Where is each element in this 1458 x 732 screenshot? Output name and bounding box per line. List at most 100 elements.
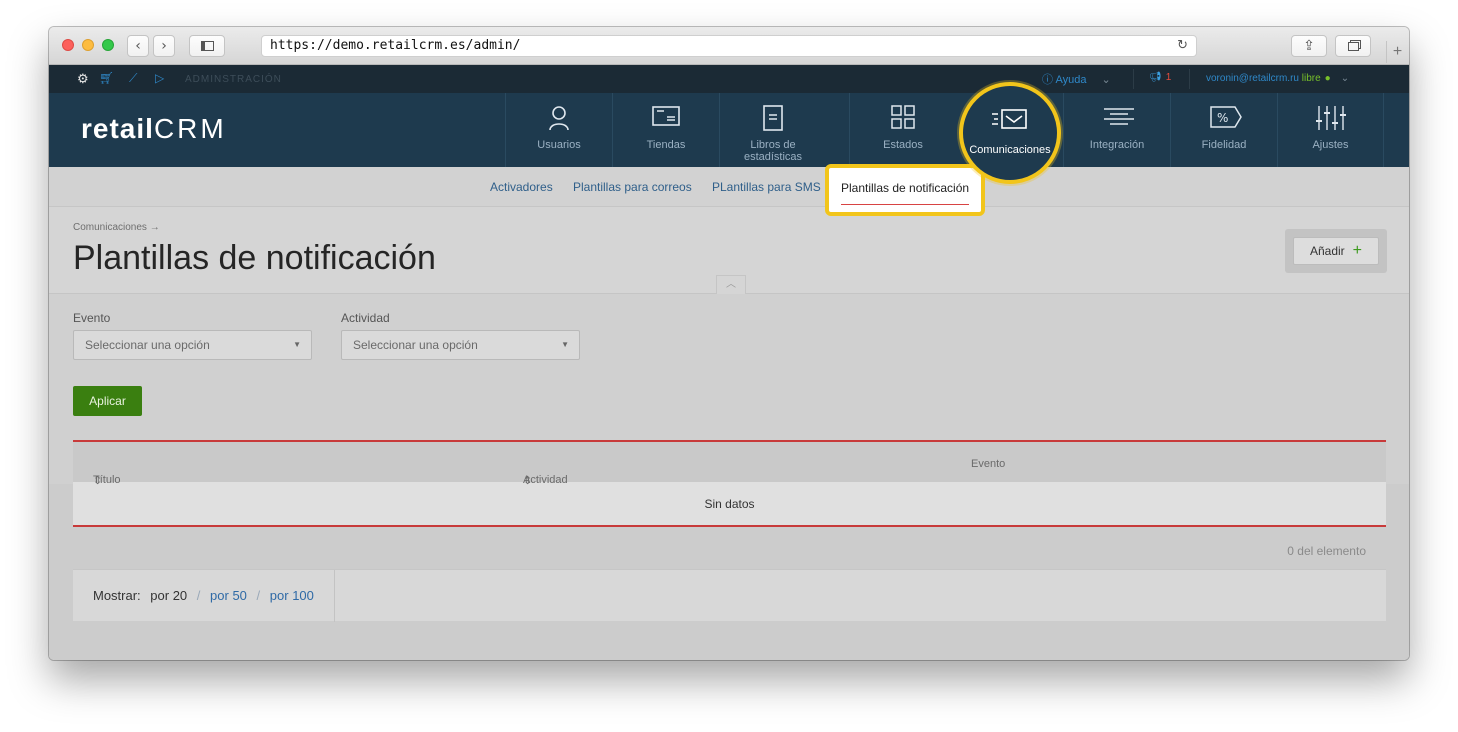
notifications-button[interactable]: 📢︎ 1 (1149, 72, 1171, 83)
nav-label: Fidelidad (1201, 139, 1247, 151)
minimize-window-button[interactable] (82, 39, 94, 51)
active-underline (841, 204, 969, 205)
page-size-100[interactable]: por 100 (270, 588, 314, 603)
user-status: libre (1301, 73, 1321, 84)
collapse-filters-button[interactable]: ︿ (716, 275, 746, 295)
notification-count: 1 (1165, 72, 1172, 83)
main-nav: retailCRM Usuarios Tiendas Libros de est… (49, 93, 1409, 167)
caret-down-icon: ▼ (561, 340, 569, 349)
megaphone-icon: 📢︎ (1149, 72, 1162, 83)
chevron-down-icon: ⌄ (1101, 74, 1111, 86)
store-icon (651, 105, 681, 133)
nav-label: Comunicaciones (969, 144, 1051, 156)
add-button-highlight: Añadir + (1285, 229, 1387, 273)
analytics-icon[interactable]: ⟋ (129, 71, 137, 86)
cart-icon[interactable]: 🛒︎ (99, 71, 114, 85)
user-email: voronin@retailcrm.ru (1206, 73, 1299, 84)
empty-message: Sin datos (704, 497, 755, 511)
help-link[interactable]: ⓘ Ayuda ⌄ (1042, 71, 1111, 87)
page-size-20[interactable]: por 20 (150, 588, 187, 603)
back-button[interactable]: ‹ (127, 35, 149, 57)
nav-item-fidelidad[interactable]: % Fidelidad (1170, 93, 1277, 167)
sub-nav: Activadores Plantillas para correos PLan… (49, 167, 1409, 207)
activity-select[interactable]: Seleccionar una opción ▼ (341, 330, 580, 360)
status-dot-icon: ● (1324, 73, 1331, 84)
page-title: Plantillas de notificación (73, 239, 436, 277)
nav-item-ajustes[interactable]: Ajustes (1277, 93, 1384, 167)
add-button-label: Añadir (1309, 244, 1345, 258)
sliders-icon (1315, 105, 1346, 133)
page-size-50[interactable]: por 50 (210, 588, 247, 603)
nav-label: Libros de estadísticas (743, 139, 803, 163)
share-button[interactable]: ⇪ (1291, 35, 1327, 57)
gear-icon[interactable]: ⚙ (77, 71, 89, 87)
nav-item-integracion[interactable]: Integración (1063, 93, 1170, 167)
admin-bar: ⚙ 🛒︎ ⟋ ▷ ADMINSTRACIÓN ⓘ Ayuda ⌄ 📢︎ 1 vor… (49, 65, 1409, 93)
share-icon: ⇪ (1303, 38, 1315, 54)
event-select[interactable]: Seleccionar una opción ▼ (73, 330, 312, 360)
page-header: Comunicaciones → Plantillas de notificac… (49, 207, 1409, 295)
nav-label: Ajustes (1312, 139, 1349, 151)
reload-icon[interactable]: ↻ (1177, 36, 1188, 56)
page-size-label: Mostrar: (93, 588, 141, 603)
page-size-selector: Mostrar: por 20 / por 50 / por 100 (73, 569, 1386, 622)
nav-item-comunicaciones[interactable]: Comunicaciones (959, 82, 1061, 184)
separator: / (196, 588, 201, 603)
result-count-row: 0 del elemento (73, 529, 1386, 569)
result-count: 0 del elemento (1287, 544, 1366, 558)
subnav-plantillas-notificacion[interactable]: Plantillas de notificación (841, 181, 969, 195)
event-filter-label: Evento (73, 311, 111, 325)
nav-label: Estados (883, 139, 923, 151)
nav-item-libros-estadisticas[interactable]: Libros de estadísticas (719, 93, 826, 167)
help-label: Ayuda (1055, 74, 1087, 86)
sidebar-toggle-button[interactable] (189, 35, 225, 57)
play-icon[interactable]: ▷ (155, 71, 164, 85)
activity-filter-label: Actividad (341, 311, 390, 325)
apply-button[interactable]: Aplicar (73, 386, 142, 416)
divider (1133, 69, 1134, 89)
nav-item-tiendas[interactable]: Tiendas (612, 93, 719, 167)
percent-tag-icon: % (1209, 105, 1242, 133)
forward-button[interactable]: › (153, 35, 175, 57)
subnav-plantillas-correos[interactable]: Plantillas para correos (573, 180, 692, 194)
column-label: Título (93, 474, 121, 486)
grid-icon (888, 105, 918, 133)
svg-text:%: % (1217, 111, 1228, 125)
retailcrm-logo[interactable]: retailCRM (81, 113, 227, 145)
browser-window: ‹ › https://demo.retailcrm.es/admin/ ↻ ⇪… (49, 27, 1409, 660)
add-button[interactable]: Añadir + (1293, 237, 1379, 265)
divider (1189, 69, 1190, 89)
new-tab-button[interactable]: + (1386, 41, 1408, 63)
templates-table: ⇕ Título ⇕ Actividad Evento Sin datos (73, 440, 1386, 527)
table-header: ⇕ Título ⇕ Actividad Evento (73, 440, 1386, 487)
breadcrumb[interactable]: Comunicaciones → (73, 222, 160, 233)
nav-item-estados[interactable]: Estados (849, 93, 956, 167)
chevron-up-icon: ︿ (726, 279, 736, 290)
url-bar[interactable]: https://demo.retailcrm.es/admin/ ↻ (261, 35, 1197, 57)
chevron-down-icon: ⌄ (1340, 73, 1350, 84)
zoom-window-button[interactable] (102, 39, 114, 51)
nav-label: Tiendas (646, 139, 686, 151)
plus-icon: + (1352, 242, 1363, 259)
url-text: https://demo.retailcrm.es/admin/ (270, 38, 521, 53)
integration-icon (1102, 105, 1134, 133)
chevron-right-icon: › (161, 38, 167, 54)
divider (334, 570, 335, 622)
subnav-plantillas-sms[interactable]: PLantillas para SMS (712, 180, 821, 194)
close-window-button[interactable] (62, 39, 74, 51)
event-select-value: Seleccionar una opción (85, 338, 210, 352)
caret-down-icon: ▼ (293, 340, 301, 349)
user-menu[interactable]: voronin@retailcrm.ru libre ● ⌄ (1206, 73, 1349, 84)
chevron-left-icon: ‹ (135, 38, 141, 54)
question-icon: ⓘ (1042, 74, 1053, 86)
nav-label: Integración (1089, 139, 1145, 151)
user-icon (544, 105, 574, 133)
table-empty-row: Sin datos (73, 482, 1386, 527)
admin-section-label: ADMINSTRACIÓN (185, 74, 282, 85)
nav-label: Usuarios (537, 139, 581, 151)
tabs-button[interactable] (1335, 35, 1371, 57)
subnav-activadores[interactable]: Activadores (490, 180, 553, 194)
nav-item-usuarios[interactable]: Usuarios (505, 93, 612, 167)
tabs-icon (1347, 41, 1359, 51)
column-label: Actividad (523, 474, 568, 486)
